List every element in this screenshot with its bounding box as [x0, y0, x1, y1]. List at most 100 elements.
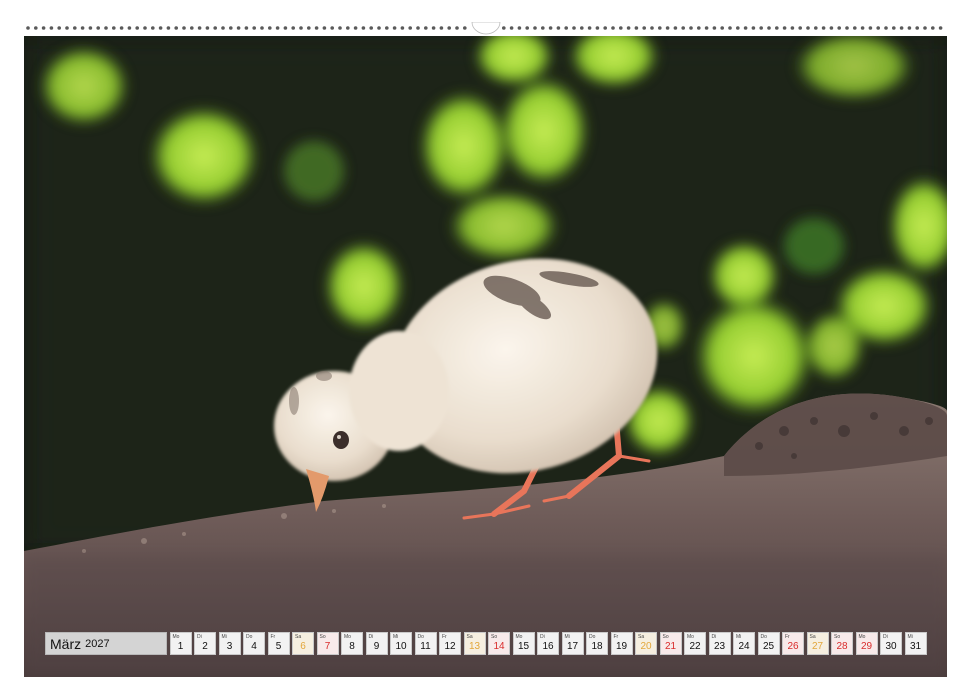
- weekday-label: Sa: [466, 634, 473, 640]
- day-cell: Fr 19: [610, 632, 633, 655]
- binding-hole: [252, 26, 256, 30]
- binding-hole: [57, 26, 61, 30]
- day-cell: Mo 8: [341, 632, 363, 655]
- day-cell: Sa 20: [635, 632, 657, 655]
- binding-hole: [353, 26, 358, 30]
- day-cell: Fr 5: [267, 632, 290, 655]
- binding-hole: [884, 26, 888, 30]
- weekday-label: Di: [883, 634, 888, 640]
- binding-hole: [385, 26, 389, 30]
- binding-hole: [455, 26, 459, 30]
- weekday-label: Fr: [442, 634, 447, 640]
- day-cell: So 28: [831, 632, 853, 655]
- month-year: 2027: [85, 637, 110, 650]
- binding-hole: [626, 26, 631, 30]
- month-name: März: [50, 635, 82, 652]
- binding-hole: [104, 26, 108, 30]
- day-cell: Do 25: [757, 632, 780, 655]
- weekday-label: Di: [711, 634, 717, 640]
- binding-hole: [34, 26, 38, 30]
- day-cell: Di 23: [708, 632, 731, 655]
- binding-hole: [837, 26, 841, 30]
- day-number: 19: [615, 641, 628, 652]
- binding-hole: [221, 26, 225, 30]
- day-number: 11: [420, 641, 431, 652]
- weekday-label: Sa: [809, 634, 816, 640]
- binding-hole: [416, 26, 420, 30]
- day-number: 14: [493, 641, 505, 652]
- binding-hole: [525, 26, 529, 30]
- binding-hole: [587, 26, 592, 30]
- binding-hole: [174, 26, 178, 30]
- binding-hole: [236, 26, 241, 30]
- day-number: 15: [517, 641, 530, 652]
- spiral-binding: [26, 22, 943, 35]
- binding-hole: [868, 26, 873, 30]
- day-cell: So 21: [659, 632, 682, 655]
- binding-hole: [96, 26, 100, 30]
- day-cell: Di 16: [537, 632, 559, 655]
- binding-hole: [275, 26, 280, 30]
- binding-hole: [860, 26, 865, 30]
- binding-hole: [158, 26, 163, 30]
- binding-hole: [712, 26, 717, 30]
- day-cell: Mi 31: [904, 632, 927, 655]
- binding-hole: [229, 26, 233, 30]
- binding-hole: [392, 26, 397, 30]
- binding-hole: [533, 26, 537, 30]
- binding-hole: [728, 26, 732, 30]
- binding-hole: [556, 26, 561, 30]
- day-number: 26: [787, 641, 799, 652]
- day-number: 25: [762, 641, 775, 652]
- calendar-grid: März 2027 Mo 1 Di 2 Mi 3 Do 4 Fr 5 Sa 6 So 7 Mo 8 Di 9 Mi 1…: [45, 632, 927, 655]
- binding-hole: [572, 26, 576, 30]
- day-cell: Mi 17: [561, 632, 584, 655]
- binding-hole: [790, 26, 795, 30]
- binding-hole: [541, 26, 545, 30]
- weekday-label: Mi: [907, 634, 913, 640]
- binding-hole: [814, 26, 818, 30]
- weekday-label: Do: [589, 634, 596, 640]
- binding-hole: [377, 26, 381, 30]
- day-number: 13: [468, 641, 481, 652]
- day-number: 21: [664, 641, 677, 652]
- binding-hole: [447, 26, 452, 30]
- binding-hole: [892, 26, 896, 30]
- binding-hole: [821, 26, 826, 30]
- binding-hole: [704, 26, 709, 30]
- binding-hole: [751, 26, 756, 30]
- binding-hole: [564, 26, 568, 30]
- binding-hole: [431, 26, 436, 30]
- weekday-label: Do: [246, 634, 253, 640]
- binding-hole: [424, 26, 428, 30]
- binding-hole: [876, 26, 880, 30]
- day-number: 30: [885, 641, 897, 652]
- weekday-label: Fr: [613, 634, 619, 640]
- binding-hole: [548, 26, 553, 30]
- binding-hole: [400, 26, 405, 30]
- weekday-label: Fr: [785, 634, 790, 640]
- day-number: 22: [689, 641, 701, 652]
- binding-hole: [322, 26, 327, 30]
- weekday-label: Sa: [295, 634, 302, 640]
- weekday-label: Di: [368, 634, 374, 640]
- weekday-label: Mo: [344, 634, 351, 640]
- day-number: 29: [860, 641, 873, 652]
- binding-hole: [408, 26, 413, 30]
- day-cell: Sa 13: [463, 632, 486, 655]
- binding-hole: [346, 26, 350, 30]
- weekday-label: Mi: [221, 634, 227, 640]
- day-number: 9: [373, 641, 380, 652]
- binding-hole: [580, 26, 584, 30]
- hanger-hook: [471, 22, 501, 35]
- binding-hole: [517, 26, 522, 30]
- day-number: 7: [324, 641, 331, 652]
- binding-hole: [907, 26, 912, 30]
- day-cell: Sa 6: [292, 632, 314, 655]
- day-cell: Mi 10: [390, 632, 412, 655]
- day-number: 4: [251, 641, 257, 652]
- binding-hole: [767, 26, 771, 30]
- binding-hole: [759, 26, 763, 30]
- binding-hole: [502, 26, 506, 30]
- weekday-label: Mi: [736, 634, 742, 640]
